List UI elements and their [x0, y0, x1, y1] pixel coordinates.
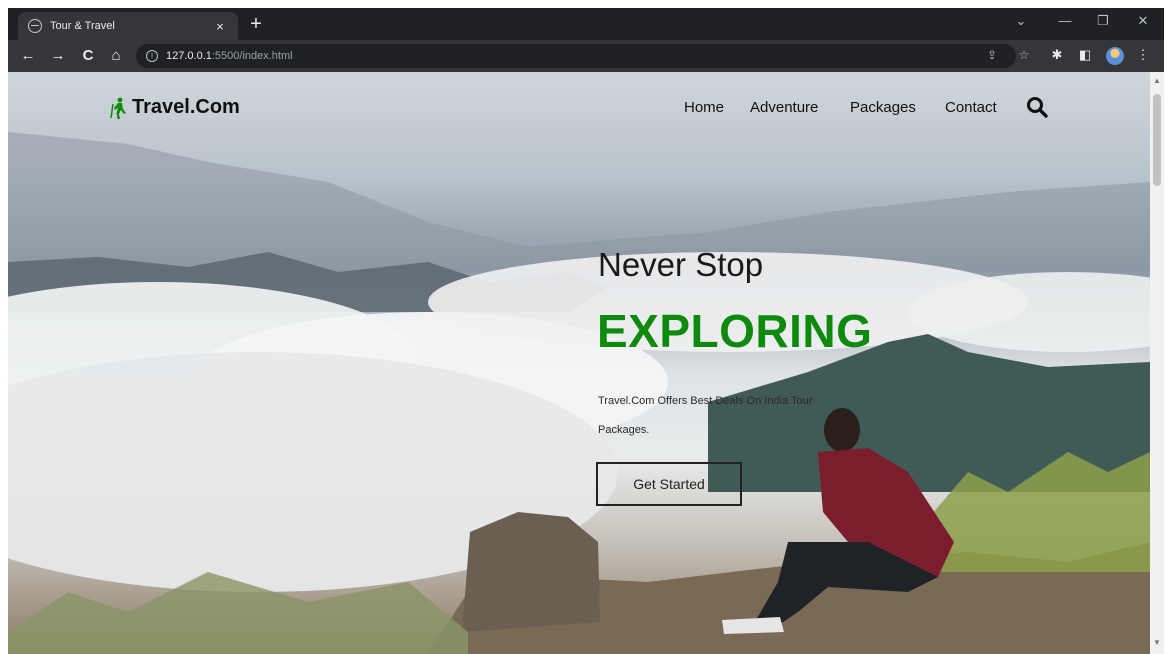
browser-tab[interactable]: Tour & Travel × [18, 12, 238, 40]
nav-link-packages[interactable]: Packages [850, 99, 916, 116]
browser-window: Tour & Travel × + ⌄ — ❐ ✕ ← → C ⌂ i 127.… [8, 8, 1164, 654]
minimize-button[interactable]: — [1052, 13, 1078, 28]
home-button[interactable]: ⌂ [106, 46, 126, 66]
hero-title: EXPLORING [597, 305, 873, 357]
logo-text: Travel.Com [132, 96, 240, 118]
sidebar-icon[interactable]: ◧ [1076, 47, 1094, 63]
site-logo[interactable]: Travel.Com [110, 96, 240, 119]
address-bar[interactable]: i 127.0.0.1 :5500/index.html [136, 44, 1016, 68]
url-path: :5500/index.html [211, 50, 293, 62]
nav-link-home[interactable]: Home [684, 99, 724, 116]
nav-link-adventure[interactable]: Adventure [750, 99, 818, 116]
hero-landscape-image [8, 132, 1150, 654]
scroll-thumb[interactable] [1153, 94, 1161, 186]
hero-subtitle: Never Stop [598, 246, 764, 283]
browser-toolbar: ← → C ⌂ i 127.0.0.1 :5500/index.html ⇪ ☆… [8, 40, 1164, 72]
new-tab-button[interactable]: + [246, 14, 266, 34]
get-started-button[interactable]: Get Started [596, 462, 742, 506]
profile-avatar[interactable] [1106, 47, 1124, 65]
tab-search-button[interactable]: ⌄ [1008, 13, 1034, 29]
tab-close-button[interactable]: × [212, 19, 228, 34]
reload-button[interactable]: C [78, 46, 98, 66]
close-window-button[interactable]: ✕ [1130, 13, 1156, 29]
tab-strip: Tour & Travel × + ⌄ — ❐ ✕ [8, 8, 1164, 40]
url-host: 127.0.0.1 [166, 50, 212, 62]
search-icon[interactable] [1026, 96, 1048, 118]
share-icon[interactable]: ⇪ [984, 48, 1000, 62]
tab-title: Tour & Travel [50, 20, 115, 32]
page-scrollbar[interactable]: ▲ ▼ [1150, 72, 1164, 654]
star-icon[interactable]: ☆ [1016, 48, 1032, 62]
hero-description: Travel.Com Offers Best Deals On India To… [598, 395, 813, 436]
puzzle-icon[interactable]: ✱ [1048, 47, 1066, 63]
restore-button[interactable]: ❐ [1090, 13, 1116, 29]
hiker-icon [110, 97, 126, 119]
nav-link-contact[interactable]: Contact [945, 99, 997, 116]
menu-kebab-icon[interactable]: ⋮ [1134, 47, 1152, 63]
globe-icon [28, 19, 42, 33]
site-navbar: Travel.Com Home Adventure Packages Conta… [8, 72, 1150, 142]
back-button[interactable]: ← [18, 46, 38, 66]
scroll-down-arrow-icon[interactable]: ▼ [1153, 638, 1161, 647]
page-viewport: Travel.Com Home Adventure Packages Conta… [8, 72, 1150, 654]
info-icon[interactable]: i [146, 50, 158, 62]
scroll-up-arrow-icon[interactable]: ▲ [1153, 76, 1161, 85]
forward-button[interactable]: → [48, 46, 68, 66]
